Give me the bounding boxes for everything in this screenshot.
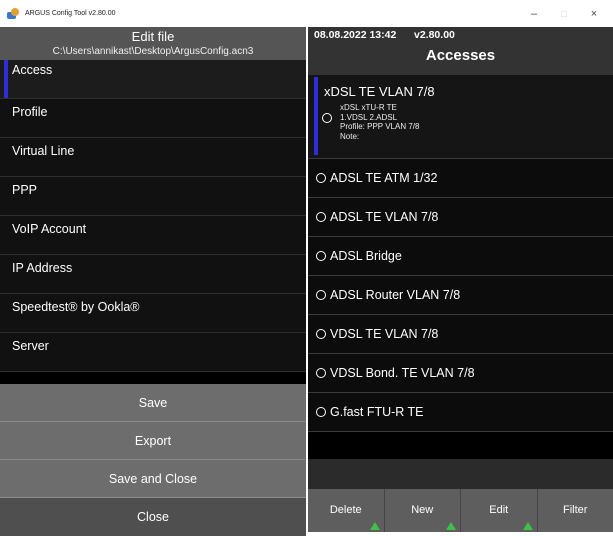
menu-item-server[interactable]: Server — [0, 333, 306, 372]
access-item-adsl-te-vlan[interactable]: ADSL TE VLAN 7/8 — [308, 198, 613, 237]
menu-item-voip-account[interactable]: VoIP Account — [0, 216, 306, 255]
save-button[interactable]: Save — [0, 384, 306, 422]
window-title: ARGUS Config Tool v2.80.00 — [25, 10, 116, 17]
menu-item-access[interactable]: Access — [0, 60, 306, 99]
category-menu: Access Profile Virtual Line PPP VoIP Acc… — [0, 60, 306, 372]
maximize-icon[interactable]: □ — [549, 9, 579, 19]
radio-icon[interactable] — [322, 113, 332, 123]
menu-item-profile[interactable]: Profile — [0, 99, 306, 138]
access-toolbar: Delete New Edit Filter — [308, 489, 613, 532]
access-item-adsl-te-atm[interactable]: ADSL TE ATM 1/32 — [308, 159, 613, 198]
access-list: xDSL TE VLAN 7/8 xDSL xTU-R TE 1.VDSL 2.… — [308, 75, 613, 432]
detail-line-note: Note: — [340, 132, 419, 142]
close-icon[interactable]: × — [579, 8, 609, 20]
radio-icon[interactable] — [316, 407, 326, 417]
triangle-up-icon — [446, 522, 456, 530]
right-panel: 08.08.2022 13:42 v2.80.00 Accesses xDSL … — [308, 27, 613, 532]
edit-file-title: Edit file — [0, 29, 306, 45]
export-button[interactable]: Export — [0, 422, 306, 460]
title-bar: ARGUS Config Tool v2.80.00 – □ × — [0, 0, 613, 27]
new-button[interactable]: New — [385, 489, 462, 532]
app-logo-icon — [6, 7, 20, 21]
triangle-up-icon — [370, 522, 380, 530]
selected-access-title: xDSL TE VLAN 7/8 — [324, 84, 435, 99]
list-empty-area — [308, 459, 613, 489]
menu-item-virtual-line[interactable]: Virtual Line — [0, 138, 306, 177]
delete-button[interactable]: Delete — [308, 489, 385, 532]
access-item-gfast[interactable]: G.fast FTU-R TE — [308, 393, 613, 432]
radio-icon[interactable] — [316, 368, 326, 378]
edit-button[interactable]: Edit — [461, 489, 538, 532]
window-controls: – □ × — [519, 0, 609, 27]
radio-icon[interactable] — [316, 329, 326, 339]
radio-icon[interactable] — [316, 251, 326, 261]
file-actions: Save Export Save and Close Close — [0, 384, 306, 536]
file-path: C:\Users\annikast\Desktop\ArgusConfig.ac… — [0, 45, 306, 58]
detail-line-lines: 1.VDSL 2.ADSL — [340, 113, 419, 123]
filter-button[interactable]: Filter — [538, 489, 613, 532]
menu-item-ppp[interactable]: PPP — [0, 177, 306, 216]
detail-line-mode: xDSL xTU-R TE — [340, 103, 419, 113]
edit-file-header: Edit file C:\Users\annikast\Desktop\Argu… — [0, 27, 306, 60]
close-button[interactable]: Close — [0, 498, 306, 536]
accesses-header: 08.08.2022 13:42 v2.80.00 Accesses — [308, 27, 613, 75]
access-item-adsl-bridge[interactable]: ADSL Bridge — [308, 237, 613, 276]
radio-icon[interactable] — [316, 173, 326, 183]
access-item-adsl-router[interactable]: ADSL Router VLAN 7/8 — [308, 276, 613, 315]
version-text: v2.80.00 — [414, 29, 455, 41]
detail-line-profile: Profile: PPP VLAN 7/8 — [340, 122, 419, 132]
triangle-up-icon — [523, 522, 533, 530]
selected-access-details: xDSL xTU-R TE 1.VDSL 2.ADSL Profile: PPP… — [340, 103, 419, 141]
minimize-icon[interactable]: – — [519, 8, 549, 20]
menu-item-ip-address[interactable]: IP Address — [0, 255, 306, 294]
access-item-selected[interactable]: xDSL TE VLAN 7/8 xDSL xTU-R TE 1.VDSL 2.… — [308, 75, 613, 159]
datetime-text: 08.08.2022 13:42 — [314, 29, 396, 41]
menu-item-speedtest[interactable]: Speedtest® by Ookla® — [0, 294, 306, 333]
access-item-vdsl-te-vlan[interactable]: VDSL TE VLAN 7/8 — [308, 315, 613, 354]
radio-icon[interactable] — [316, 212, 326, 222]
save-and-close-button[interactable]: Save and Close — [0, 460, 306, 498]
radio-icon[interactable] — [316, 290, 326, 300]
left-panel: Edit file C:\Users\annikast\Desktop\Argu… — [0, 27, 306, 532]
accesses-title: Accesses — [308, 47, 613, 64]
access-item-vdsl-bond[interactable]: VDSL Bond. TE VLAN 7/8 — [308, 354, 613, 393]
